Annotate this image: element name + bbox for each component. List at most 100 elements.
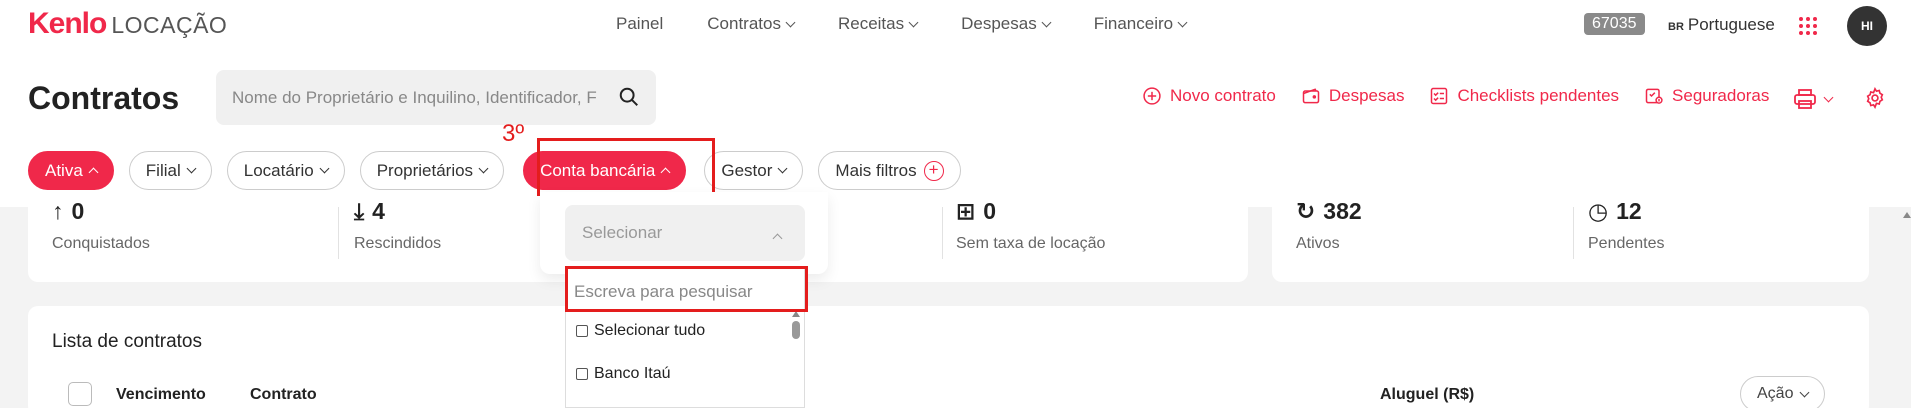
print-menu-button[interactable] bbox=[1793, 88, 1834, 110]
expenses-label: Despesas bbox=[1328, 86, 1405, 105]
nav-label: Financeiro bbox=[1093, 14, 1174, 33]
stat-value: 382 bbox=[1323, 198, 1362, 224]
stat-conquistados: ↑ 0 Conquistados bbox=[52, 198, 150, 253]
logo-brand: Kenlo bbox=[28, 7, 107, 40]
chevron-down-icon bbox=[1041, 17, 1052, 27]
option-label: Selecionar tudo bbox=[594, 322, 706, 339]
printer-icon bbox=[1794, 89, 1816, 109]
page-scroll-up-arrow[interactable] bbox=[1903, 212, 1911, 218]
chip-label: Locatário bbox=[243, 160, 314, 180]
stat-value: 0 bbox=[71, 198, 85, 224]
top-bar: Kenlo LOCAÇÃO Painel Contratos Receitas … bbox=[0, 0, 1911, 52]
no-fee-icon: ⊞ bbox=[956, 198, 976, 224]
stat-label: Rescindidos bbox=[354, 235, 442, 252]
wallet-icon bbox=[1302, 88, 1320, 104]
search-icon[interactable] bbox=[618, 86, 640, 108]
arrow-up-icon: ↑ bbox=[52, 198, 64, 224]
nav-item-contratos[interactable]: Contratos bbox=[707, 14, 796, 34]
plus-circle-icon bbox=[1143, 87, 1161, 105]
select-all-checkbox[interactable] bbox=[68, 382, 92, 406]
more-filters-button[interactable]: Mais filtros + bbox=[818, 151, 961, 190]
action-menu-button[interactable]: Ação bbox=[1740, 376, 1826, 408]
chevron-down-icon bbox=[1823, 92, 1834, 102]
stat-value: 12 bbox=[1616, 198, 1642, 224]
chip-label: Filial bbox=[145, 160, 181, 180]
plus-icon: + bbox=[923, 160, 944, 181]
chevron-down-icon bbox=[785, 17, 796, 27]
stat-label: Conquistados bbox=[52, 235, 150, 252]
filter-chip-ativa[interactable]: Ativa bbox=[28, 151, 114, 190]
stat-value: 0 bbox=[983, 198, 997, 224]
chip-label: Gestor bbox=[721, 160, 773, 180]
checkbox[interactable] bbox=[576, 325, 588, 337]
language-code: BR bbox=[1668, 21, 1684, 33]
stat-ativos: ↻ 382 Ativos bbox=[1296, 198, 1362, 253]
logo-product: LOCAÇÃO bbox=[111, 12, 228, 38]
search-input[interactable] bbox=[232, 70, 602, 125]
main-nav: Painel Contratos Receitas Despesas Finan… bbox=[616, 14, 1230, 34]
chevron-down-icon bbox=[319, 163, 330, 174]
stats-card-right: ↻ 382 Ativos ◷ 12 Pendentes bbox=[1272, 198, 1869, 282]
column-header-aluguel[interactable]: Aluguel (R$) bbox=[1380, 386, 1474, 404]
stat-divider bbox=[338, 207, 339, 259]
stat-divider bbox=[1573, 207, 1574, 259]
expenses-button[interactable]: Despesas bbox=[1301, 86, 1405, 106]
nav-item-receitas[interactable]: Receitas bbox=[837, 14, 919, 34]
avatar[interactable]: HI bbox=[1847, 6, 1887, 46]
action-label: Ação bbox=[1757, 385, 1794, 402]
checklists-button[interactable]: Checklists pendentes bbox=[1429, 86, 1619, 106]
option-select-all[interactable]: Selecionar tudo bbox=[576, 322, 705, 340]
nav-label: Painel bbox=[616, 14, 664, 33]
checklists-label: Checklists pendentes bbox=[1457, 86, 1620, 105]
nav-item-financeiro[interactable]: Financeiro bbox=[1093, 14, 1188, 34]
filter-chip-filial[interactable]: Filial bbox=[128, 151, 212, 190]
kenlo-logo[interactable]: Kenlo LOCAÇÃO bbox=[28, 7, 227, 41]
stat-label: Pendentes bbox=[1588, 235, 1665, 252]
nav-item-painel[interactable]: Painel bbox=[616, 14, 663, 34]
stat-label: Ativos bbox=[1296, 235, 1340, 252]
contracts-list-card: Lista de contratos Vencimento Contrato A… bbox=[28, 306, 1869, 408]
chevron-down-icon bbox=[186, 163, 197, 174]
chevron-down-icon bbox=[1800, 387, 1810, 397]
insurance-icon bbox=[1645, 88, 1663, 104]
checklist-icon bbox=[1431, 87, 1448, 105]
chevron-down-icon bbox=[908, 17, 919, 27]
stat-value: 4 bbox=[372, 198, 385, 224]
stat-divider bbox=[942, 207, 943, 259]
bank-account-select[interactable]: Selecionar bbox=[565, 205, 805, 261]
filter-chip-locatario[interactable]: Locatário bbox=[226, 151, 345, 190]
chevron-down-icon bbox=[478, 163, 489, 174]
apps-grid-icon[interactable] bbox=[1799, 17, 1817, 35]
filter-chips: Ativa Filial Locatário Proprietários Con… bbox=[28, 151, 976, 190]
select-placeholder: Selecionar bbox=[582, 223, 663, 242]
account-code-badge: 67035 bbox=[1584, 13, 1645, 35]
chevron-up-icon bbox=[772, 233, 783, 244]
gear-icon[interactable] bbox=[1864, 87, 1886, 109]
nav-item-despesas[interactable]: Despesas bbox=[961, 14, 1052, 34]
new-contract-button[interactable]: Novo contrato bbox=[1142, 86, 1276, 106]
language-label: Portuguese bbox=[1687, 15, 1775, 34]
chevron-down-icon bbox=[1177, 17, 1188, 27]
annotation-step-number: 3º bbox=[502, 120, 525, 147]
filter-chip-proprietarios[interactable]: Proprietários bbox=[359, 151, 505, 190]
page-title: Contratos bbox=[28, 80, 180, 116]
stat-sem-taxa: ⊞ 0 Sem taxa de locação bbox=[956, 198, 1106, 253]
scroll-thumb[interactable] bbox=[792, 321, 800, 339]
stat-label: Sem taxa de locação bbox=[956, 235, 1106, 252]
language-selector[interactable]: BR Portuguese bbox=[1668, 15, 1775, 35]
insurers-label: Seguradoras bbox=[1672, 86, 1770, 105]
insurers-button[interactable]: Seguradoras bbox=[1644, 86, 1769, 106]
stat-rescindidos: ⤓ 4 Rescindidos bbox=[354, 198, 442, 253]
nav-label: Contratos bbox=[707, 14, 781, 33]
nav-label: Receitas bbox=[837, 14, 905, 33]
search-box bbox=[216, 70, 656, 125]
option-banco-itau[interactable]: Banco Itaú bbox=[576, 365, 671, 383]
stat-pendentes: ◷ 12 Pendentes bbox=[1588, 198, 1665, 253]
checkbox[interactable] bbox=[576, 368, 588, 380]
filter-chip-gestor[interactable]: Gestor bbox=[704, 151, 804, 190]
option-label: Banco Itaú bbox=[594, 365, 671, 382]
column-header-vencimento[interactable]: Vencimento bbox=[116, 386, 206, 404]
download-icon: ⤓ bbox=[354, 198, 365, 224]
column-header-contrato[interactable]: Contrato bbox=[250, 386, 317, 404]
options-scrollbar[interactable] bbox=[791, 311, 801, 407]
